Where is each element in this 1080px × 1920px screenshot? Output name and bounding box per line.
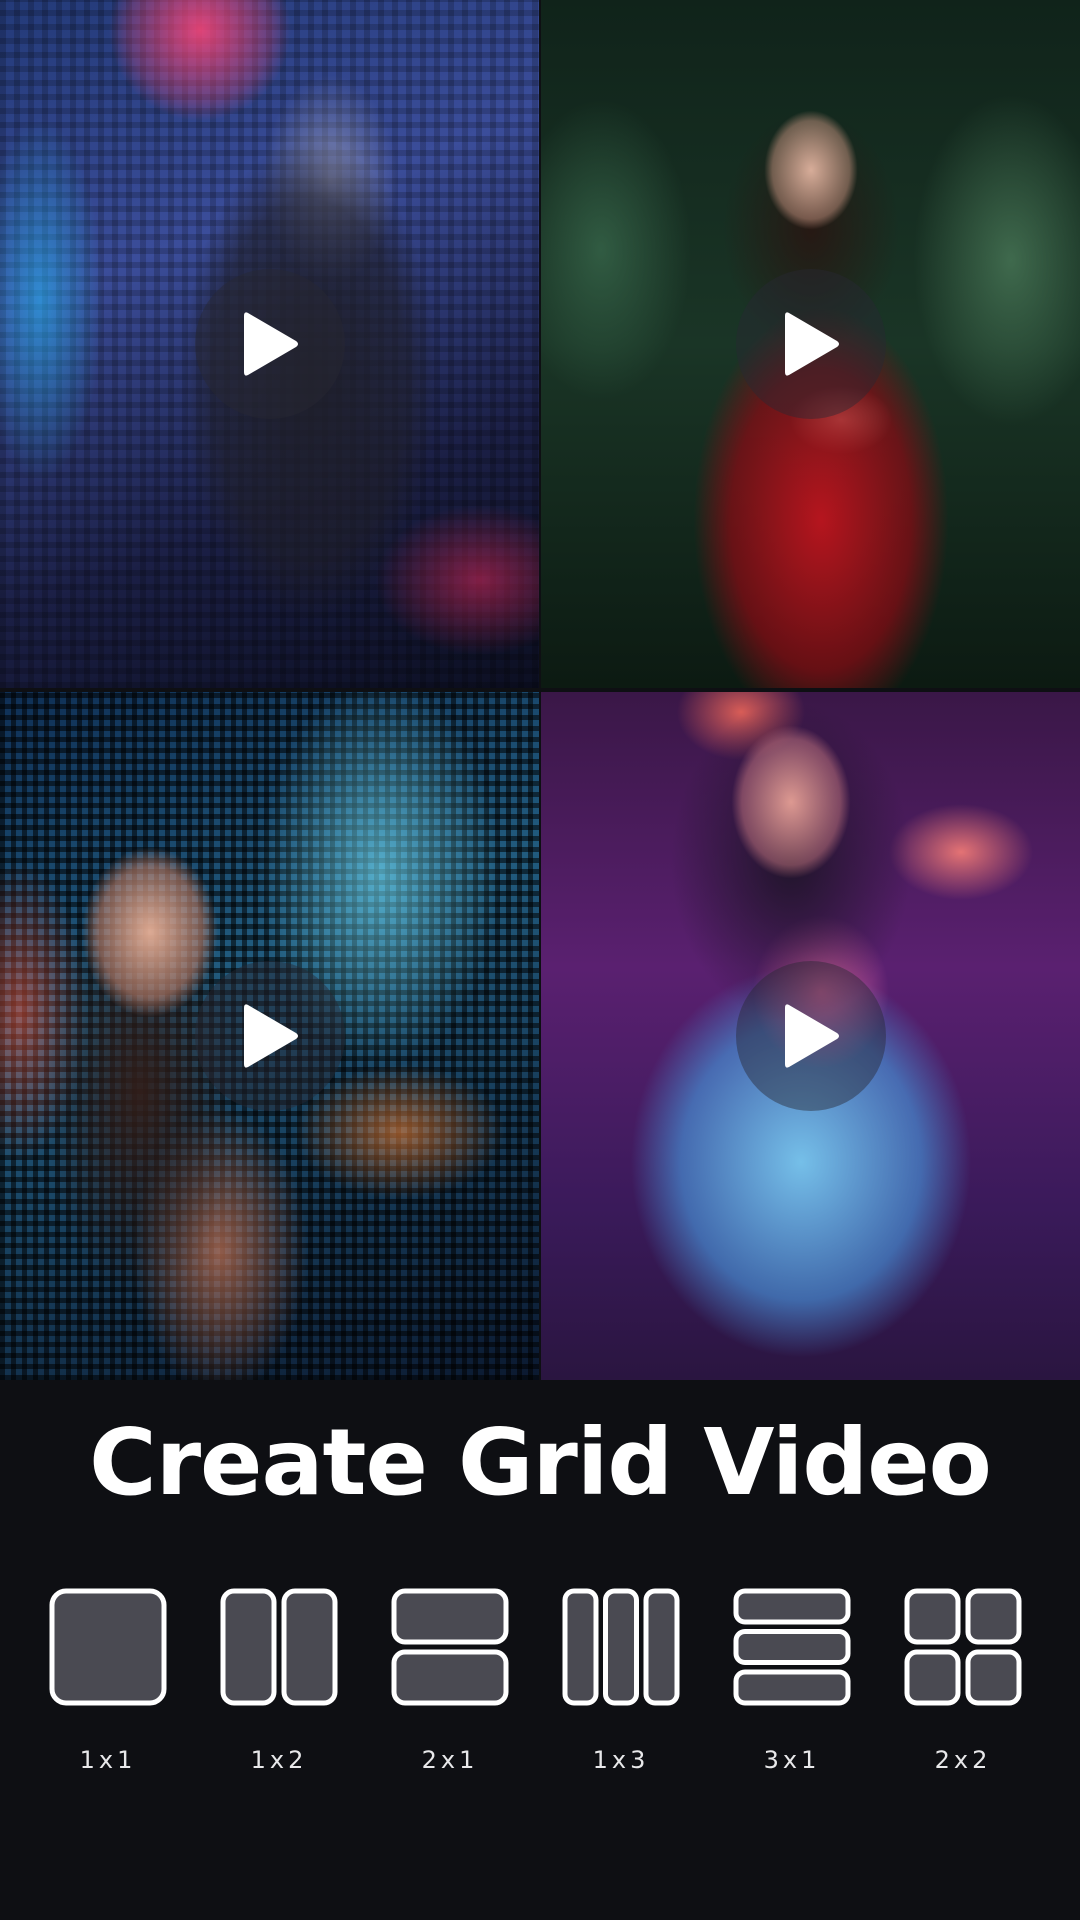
layout-label: 1x1 [79,1746,137,1774]
video-tile-2[interactable] [541,0,1080,688]
video-tile-1[interactable] [0,0,539,688]
layout-option-1x1[interactable]: 1x1 [49,1588,169,1788]
layout-label: 1x2 [250,1746,308,1774]
layout-label: 3x1 [763,1746,821,1774]
play-icon [243,1004,298,1068]
layout-label: 1x3 [592,1746,650,1774]
layout-option-2x1[interactable]: 2x1 [391,1588,511,1788]
video-grid [0,0,1080,1380]
layout-option-1x2[interactable]: 1x2 [220,1588,340,1788]
play-icon [243,312,298,376]
play-button-4[interactable] [735,961,886,1111]
play-button-2[interactable] [735,269,886,419]
play-button-1[interactable] [194,269,345,419]
layout-1x3-icon [562,1588,680,1706]
layout-options: 1x1 1x2 2x1 1x3 3x1 2x2 [0,1588,1080,1788]
layout-1x1-icon [49,1588,167,1706]
play-icon [784,312,839,376]
layout-label: 2x1 [421,1746,479,1774]
layout-3x1-icon [733,1588,851,1706]
page-title: Create Grid Video [89,1409,992,1516]
video-tile-4[interactable] [541,692,1080,1380]
layout-option-3x1[interactable]: 3x1 [733,1588,853,1788]
layout-1x2-icon [220,1588,338,1706]
play-button-3[interactable] [194,961,345,1111]
play-icon [784,1004,839,1068]
layout-2x2-icon [904,1588,1022,1706]
video-tile-3[interactable] [0,692,539,1380]
layout-label: 2x2 [934,1746,992,1774]
layout-option-1x3[interactable]: 1x3 [562,1588,682,1788]
grid-video-screen: Create Grid Video 1x1 1x2 2x1 1x3 3x1 2x… [0,0,1080,1920]
layout-2x1-icon [391,1588,509,1706]
layout-option-2x2[interactable]: 2x2 [904,1588,1024,1788]
